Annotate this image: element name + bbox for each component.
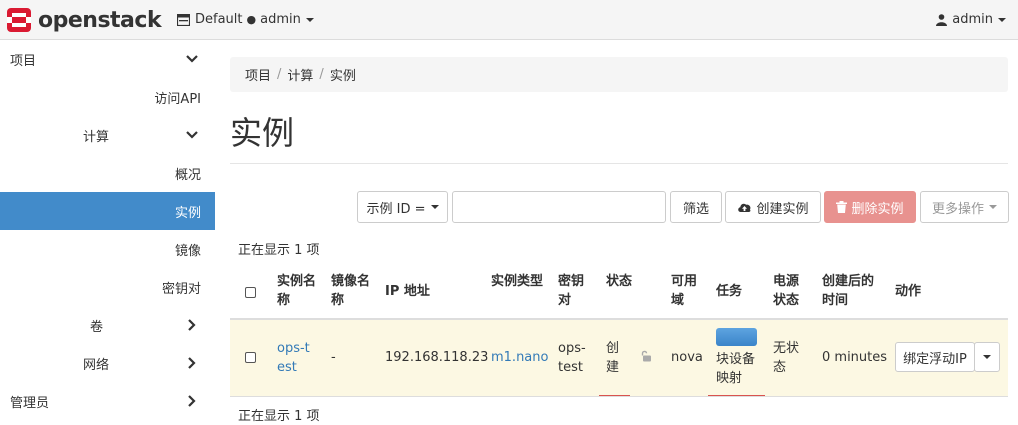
- project-name: admin: [260, 12, 301, 27]
- column-header-task[interactable]: 任务: [716, 282, 742, 301]
- sidebar-item-label: 项目: [10, 53, 37, 69]
- flavor-link[interactable]: m1.nano: [491, 348, 548, 367]
- column-header-age[interactable]: 创建后的时间: [822, 272, 882, 310]
- trash-icon: [836, 201, 848, 213]
- cell-image: -: [331, 350, 336, 365]
- row-actions-dropdown[interactable]: [974, 342, 1000, 372]
- item-count-bottom: 正在显示 1 项: [238, 409, 320, 424]
- domain-name: Default: [195, 12, 243, 27]
- sidebar-item-volumes[interactable]: 卷: [0, 306, 215, 344]
- column-header-actions: 动作: [895, 284, 922, 299]
- item-count-top: 正在显示 1 项: [238, 243, 320, 258]
- cell-age: 0 minutes: [822, 350, 888, 365]
- cell-task: 块设备映射: [716, 352, 756, 386]
- cell-availability-zone: nova: [671, 350, 703, 365]
- associate-floating-ip-button[interactable]: 绑定浮动IP: [895, 342, 975, 372]
- column-header-status[interactable]: 状态: [606, 272, 636, 291]
- sidebar-item-label: 访问API: [154, 91, 201, 107]
- chevron-right-icon: [188, 357, 196, 369]
- filter-field-select[interactable]: 示例 ID =: [357, 191, 448, 223]
- instance-name-link[interactable]: ops-test: [277, 339, 317, 377]
- more-actions-button[interactable]: 更多操作: [920, 191, 1009, 223]
- delete-instances-button[interactable]: 删除实例: [824, 191, 916, 223]
- top-navbar: openstack Default ● admin admin: [0, 0, 1018, 40]
- chevron-right-icon: [188, 395, 196, 407]
- create-instance-label: 创建实例: [756, 201, 809, 217]
- column-header-power[interactable]: 电源状态: [773, 272, 805, 310]
- caret-down-icon: [305, 17, 314, 22]
- table-row-divider: [230, 396, 1008, 397]
- caret-down-icon: [989, 205, 997, 209]
- cloud-upload-icon: [738, 203, 751, 212]
- filter-field-label: 示例 ID =: [366, 201, 426, 217]
- caret-down-icon: [430, 205, 439, 209]
- column-header-zone[interactable]: 可用域: [671, 272, 701, 310]
- user-icon: [936, 13, 948, 26]
- sidebar-item-label: 计算: [83, 129, 110, 145]
- title-divider: [230, 163, 1008, 164]
- caret-down-icon: [983, 355, 991, 359]
- row-select-checkbox[interactable]: [245, 352, 256, 363]
- column-header-ip[interactable]: IP 地址: [385, 282, 430, 301]
- server-icon: [177, 13, 190, 26]
- project-switcher[interactable]: Default ● admin: [177, 12, 314, 27]
- column-header-flavor[interactable]: 实例类型: [491, 272, 544, 291]
- cell-keypair: ops-test: [558, 341, 586, 375]
- brand-name: openstack: [38, 7, 162, 33]
- column-header-image[interactable]: 镜像名称: [331, 272, 371, 310]
- sidebar-item-label: 管理员: [10, 395, 50, 411]
- cell-status: 创建: [606, 341, 620, 375]
- sidebar-item-admin[interactable]: 管理员: [0, 382, 215, 420]
- unlock-icon: [641, 350, 651, 362]
- filter-input[interactable]: [452, 191, 666, 223]
- sidebar-item-network[interactable]: 网络: [0, 344, 215, 382]
- column-header-keypair[interactable]: 密钥对: [558, 272, 588, 310]
- create-instance-button[interactable]: 创建实例: [725, 191, 821, 223]
- breadcrumb-item-compute[interactable]: 计算: [287, 65, 313, 84]
- sidebar: 项目 访问API 计算 概况 实例 镜像 密钥对 卷 网络 管理员: [0, 40, 215, 425]
- chevron-down-icon: [186, 55, 198, 63]
- separator-dot-icon: ●: [246, 13, 257, 26]
- sidebar-item-overview[interactable]: 概况: [0, 154, 215, 192]
- breadcrumb-separator: /: [277, 67, 282, 82]
- breadcrumb-item-project[interactable]: 项目: [245, 65, 271, 84]
- breadcrumb-separator: /: [319, 67, 324, 82]
- more-actions-label: 更多操作: [931, 201, 984, 217]
- associate-floating-ip-label: 绑定浮动IP: [903, 351, 967, 367]
- task-progress-bar: [716, 328, 757, 346]
- breadcrumb: 项目 / 计算 / 实例: [230, 57, 1008, 92]
- openstack-logo[interactable]: openstack: [6, 6, 162, 34]
- filter-button[interactable]: 筛选: [670, 191, 722, 223]
- cell-power-state: 无状态: [773, 341, 800, 375]
- sidebar-item-compute[interactable]: 计算: [0, 116, 215, 154]
- select-all-checkbox[interactable]: [245, 287, 256, 298]
- sidebar-item-label: 镜像: [174, 243, 201, 259]
- page-title: 实例: [230, 114, 295, 152]
- filter-button-label: 筛选: [682, 201, 709, 217]
- sidebar-item-label: 概况: [174, 167, 201, 183]
- openstack-logo-icon: [7, 8, 31, 32]
- sidebar-item-label: 密钥对: [161, 281, 201, 297]
- cell-ip-address: 192.168.118.23: [385, 350, 489, 365]
- breadcrumb-item-instances: 实例: [329, 69, 356, 84]
- caret-down-icon: [998, 17, 1006, 22]
- column-header-name[interactable]: 实例名称: [277, 272, 317, 310]
- sidebar-item-label: 实例: [174, 205, 201, 221]
- chevron-down-icon: [186, 131, 198, 139]
- sidebar-item-label: 卷: [90, 319, 104, 335]
- sidebar-item-project[interactable]: 项目: [0, 40, 215, 78]
- sidebar-item-images[interactable]: 镜像: [0, 230, 215, 268]
- sidebar-item-key-pairs[interactable]: 密钥对: [0, 268, 215, 306]
- delete-instances-label: 删除实例: [851, 201, 904, 217]
- user-name: admin: [952, 12, 993, 27]
- sidebar-item-instances[interactable]: 实例: [0, 192, 215, 230]
- user-menu[interactable]: admin: [936, 12, 1006, 27]
- sidebar-item-api-access[interactable]: 访问API: [0, 78, 215, 116]
- sidebar-item-label: 网络: [83, 357, 110, 373]
- chevron-right-icon: [188, 319, 196, 331]
